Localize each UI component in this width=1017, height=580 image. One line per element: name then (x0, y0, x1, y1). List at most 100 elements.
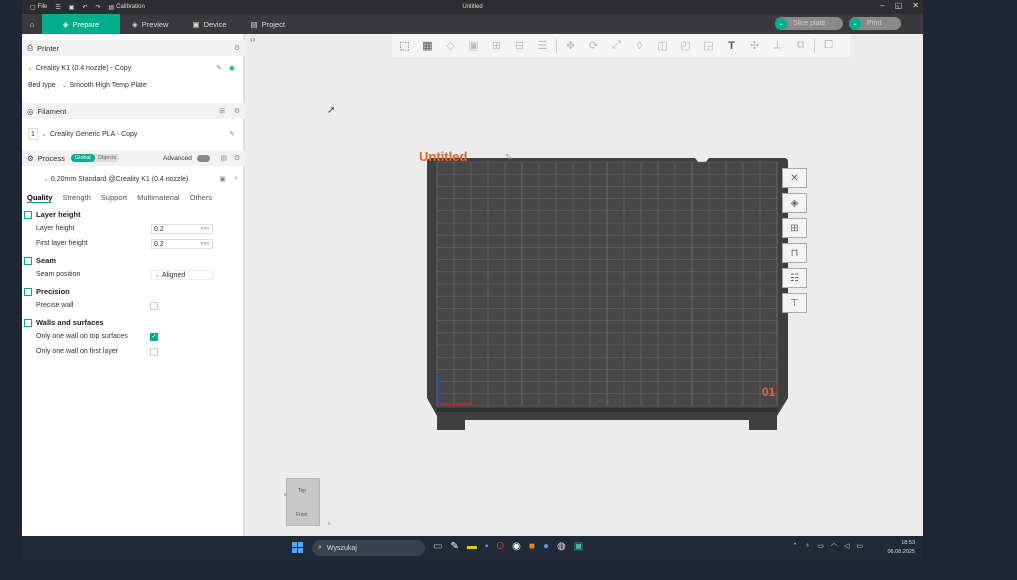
split-parts-icon[interactable]: ⊟ (510, 37, 529, 54)
printer-settings-icon[interactable]: ⚙ (234, 44, 240, 52)
tab-device[interactable]: ▣ Device (180, 14, 238, 34)
subtab-support[interactable]: Support (101, 193, 127, 203)
filament-index: 1 (28, 128, 38, 140)
process-preset-select[interactable]: ⌄ 0.20mm Standard @Creality K1 (0.4 nozz… (39, 173, 239, 185)
undo-icon[interactable]: ↶ (82, 4, 87, 11)
home-icon[interactable]: ⌂ (22, 14, 42, 34)
layers-icon[interactable]: ☰ (533, 37, 552, 54)
assembly-icon[interactable]: ⧉ (791, 37, 810, 54)
app-icon[interactable]: ✎ (450, 541, 458, 552)
wifi-icon[interactable]: ◠ (831, 542, 837, 550)
one-wall-top-checkbox[interactable]: ✓ (150, 333, 158, 341)
bed-type-select[interactable]: ⌄ Smooth High Temp Plate (62, 81, 147, 89)
viewcube-front[interactable]: Front (296, 512, 308, 518)
chevron-up-icon[interactable]: ⌃ (792, 542, 798, 550)
split-objects-icon[interactable]: ⊞ (487, 37, 506, 54)
edit-icon[interactable]: ✎ (229, 130, 235, 138)
move-icon[interactable]: ✥ (561, 37, 580, 54)
chevron-down-icon[interactable]: ⌄ (849, 17, 861, 30)
chevron-down-icon[interactable]: ⌄ (775, 17, 787, 30)
subtab-strength[interactable]: Strength (62, 193, 90, 203)
restore-icon[interactable]: ◱ (895, 1, 903, 10)
mesh-boolean-icon[interactable]: ✣ (745, 37, 764, 54)
first-layer-height-input[interactable]: 0.2 mm (151, 239, 213, 249)
plate-name[interactable]: Untitled (419, 149, 467, 164)
precise-wall-checkbox[interactable] (150, 302, 158, 310)
plate-settings-icon[interactable]: ☷ (782, 268, 807, 288)
edit-plate-name-icon[interactable]: ✎ (505, 152, 513, 163)
lock-plate-icon[interactable]: ⊓ (782, 243, 807, 263)
display-icon[interactable]: ▭ (817, 542, 824, 550)
app-teal-icon[interactable]: ▣ (574, 541, 583, 552)
teams-icon[interactable]: ▪ (485, 541, 489, 552)
process-settings-icon[interactable]: ⚙ (234, 154, 240, 162)
opera-icon[interactable]: O (496, 541, 504, 552)
filament-add-icon[interactable]: ⊞ (219, 107, 225, 115)
file-menu[interactable]: ▢ File (30, 4, 47, 11)
view-cube[interactable]: Top Front (286, 478, 320, 526)
grid-icon[interactable]: ▦ (418, 37, 437, 54)
filament-select[interactable]: 1 ⌄ Creality Generic PLA - Copy ✎ (28, 128, 240, 140)
global-objects-toggle[interactable]: Global Objects (70, 154, 120, 162)
collapse-sidebar-icon[interactable]: ‹› (250, 35, 255, 44)
layer-height-input[interactable]: 0.2 mm (151, 224, 213, 234)
print-button[interactable]: ⌄ Print (849, 17, 901, 30)
arrange-plate-icon[interactable]: ⊞ (782, 218, 807, 238)
close-plate-icon[interactable]: ✕ (782, 168, 807, 188)
edit-icon[interactable]: ✎ (216, 64, 222, 72)
lay-on-face-icon[interactable]: ◊ (630, 37, 649, 54)
tab-preview[interactable]: ◈ Preview (120, 14, 180, 34)
windows-start-icon[interactable] (292, 542, 303, 553)
scale-icon[interactable]: ⤢ (607, 37, 626, 54)
battery-icon[interactable]: ▭ (856, 542, 863, 550)
arrange-icon[interactable]: ▣ (464, 37, 483, 54)
add-cube-icon[interactable]: ⬚ (395, 37, 414, 54)
viewcube-top[interactable]: Top (298, 488, 306, 494)
seam-position-select[interactable]: ⌄ Aligned (151, 270, 213, 280)
seam-paint-icon[interactable]: ◲ (699, 37, 718, 54)
subtab-multimaterial[interactable]: Multimaterial (137, 193, 180, 203)
clock[interactable]: 18:53 06.08.2025 (887, 539, 915, 557)
task-view-icon[interactable]: ▭ (433, 541, 442, 552)
taskbar-search[interactable]: ⌕ Wyszukaj (312, 540, 425, 556)
minimize-icon[interactable]: – (880, 1, 884, 10)
toggle-global[interactable]: Global (70, 154, 95, 162)
text-icon[interactable]: T (722, 37, 741, 54)
app-orange-icon[interactable]: ■ (529, 541, 535, 552)
discord-icon[interactable]: ● (543, 541, 549, 552)
toggle-objects[interactable]: Objects (95, 154, 120, 162)
file-explorer-icon[interactable]: ▬ (467, 541, 477, 552)
menu-icon[interactable]: ☰ (55, 4, 60, 11)
orient-icon[interactable]: ◇ (441, 37, 460, 54)
view-mode-icon[interactable]: ⧠ (819, 37, 838, 54)
one-wall-first-checkbox[interactable] (150, 348, 158, 356)
support-paint-icon[interactable]: ◰ (676, 37, 695, 54)
subtab-others[interactable]: Others (190, 193, 213, 203)
slice-plate-button[interactable]: ⌄ Slice plate (775, 17, 843, 30)
filament-settings-icon[interactable]: ⚙ (234, 107, 240, 115)
close-icon[interactable]: ✕ (912, 1, 919, 10)
tab-prepare[interactable]: ◈ Prepare (42, 14, 120, 34)
tab-project[interactable]: ▤ Project (239, 14, 297, 34)
orient-plate-icon[interactable]: ◈ (782, 193, 807, 213)
list-icon[interactable]: ▤ (220, 154, 227, 162)
advanced-toggle[interactable] (197, 154, 210, 162)
chrome-icon[interactable]: ◍ (557, 541, 566, 552)
creality-print-icon[interactable]: ◉ (512, 541, 521, 552)
save-icon[interactable]: ▣ (69, 4, 75, 11)
save-preset-icon[interactable]: ▣ (219, 175, 226, 183)
wifi-icon[interactable]: ◉ (229, 64, 235, 72)
subtab-quality[interactable]: Quality (27, 193, 53, 203)
build-plate[interactable]: CREALITY (427, 158, 788, 430)
move-plate-icon[interactable]: ⊤ (782, 293, 807, 313)
search-icon[interactable]: ⌕ (234, 175, 238, 183)
mic-icon[interactable]: ♁ (805, 542, 810, 550)
cut-icon[interactable]: ◫ (653, 37, 672, 54)
calibration-menu[interactable]: ▤ Calibration (108, 4, 144, 11)
rotate-icon[interactable]: ⟳ (584, 37, 603, 54)
volume-icon[interactable]: ◁ (844, 542, 849, 550)
printer-select[interactable]: ⌄ Creality K1 (0.4 nozzle) - Copy ✎ ◉ (27, 64, 240, 73)
redo-icon[interactable]: ↷ (95, 4, 100, 11)
measure-icon[interactable]: ⟂ (768, 37, 787, 54)
process-preset-field[interactable]: ⌄ 0.20mm Standard @Creality K1 (0.4 nozz… (39, 173, 211, 185)
